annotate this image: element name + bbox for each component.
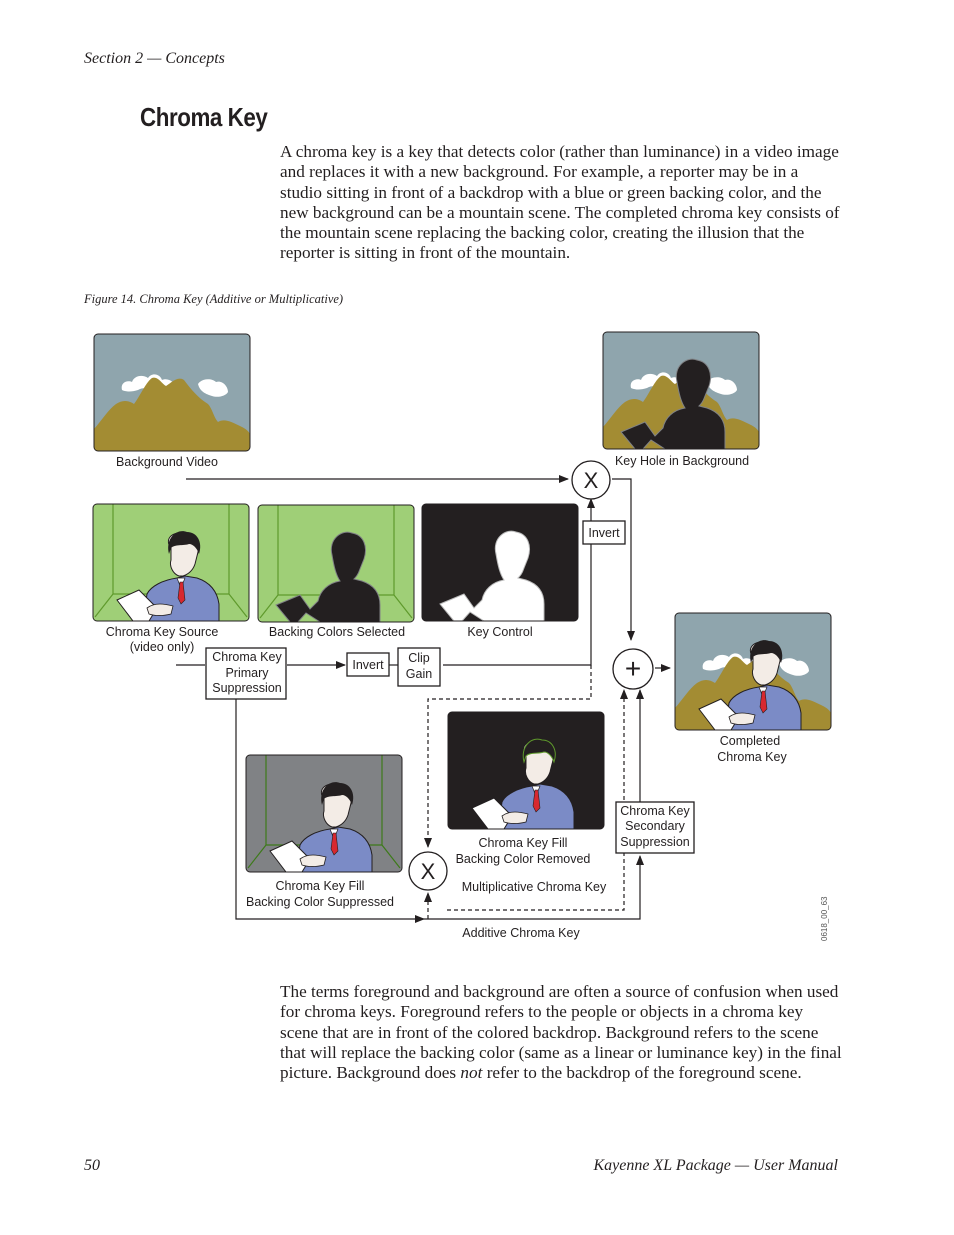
panel-completed-chroma-key: Completed Chroma Key (674, 612, 832, 764)
svg-text:Chroma Key: Chroma Key (212, 650, 282, 664)
invert-block-main: Invert (346, 652, 390, 677)
panel-key-control: Key Control (421, 503, 579, 639)
svg-text:Primary: Primary (225, 666, 269, 680)
svg-text:X: X (421, 859, 436, 884)
clip-gain-block: Clip Gain (397, 647, 441, 687)
svg-text:Suppression: Suppression (620, 835, 690, 849)
multiply-operator-top: X (571, 460, 611, 500)
invert-block-top: Invert (582, 520, 626, 545)
svg-text:Suppression: Suppression (212, 681, 282, 695)
panel-fill-backing-removed: Chroma Key Fill Backing Color Removed (447, 711, 605, 866)
label-background-video: Background Video (116, 455, 218, 469)
multiply-operator-bottom: X (408, 851, 448, 891)
label-fill-removed-1: Chroma Key Fill (479, 836, 568, 850)
figure-id: 0618_00_63 (820, 896, 829, 941)
panel-chroma-key-source: Chroma Key Source (video only) (92, 503, 250, 654)
emphasis-not: not (460, 1063, 483, 1083)
label-chroma-key: Chroma Key (717, 750, 787, 764)
primary-suppression-block: Chroma Key Primary Suppression (205, 647, 287, 700)
terms-text-2: refer to the backdrop of the foreground … (482, 1063, 802, 1083)
secondary-suppression-block: Chroma Key Secondary Suppression (615, 801, 695, 854)
svg-text:Secondary: Secondary (625, 819, 686, 833)
svg-text:Invert: Invert (588, 526, 620, 540)
adder-operator: + (612, 648, 654, 690)
label-backing-colors-selected: Backing Colors Selected (269, 625, 405, 639)
svg-text:+: + (625, 653, 641, 684)
label-additive-chroma-key: Additive Chroma Key (462, 926, 580, 940)
label-key-control: Key Control (467, 625, 532, 639)
label-fill-removed-2: Backing Color Removed (456, 852, 591, 866)
svg-text:Clip: Clip (408, 651, 430, 665)
keyhole-to-adder-line (612, 478, 635, 641)
label-completed: Completed (720, 734, 780, 748)
svg-text:Invert: Invert (352, 658, 384, 672)
label-fill-suppressed-2: Backing Color Suppressed (246, 895, 394, 909)
label-chroma-key-source: Chroma Key Source (106, 625, 219, 639)
panel-key-hole: Key Hole in Background (602, 331, 760, 468)
svg-text:Gain: Gain (406, 667, 432, 681)
label-multiplicative-chroma-key: Multiplicative Chroma Key (462, 880, 607, 894)
label-key-hole: Key Hole in Background (615, 454, 749, 468)
panel-background-video: Background Video (93, 333, 251, 469)
terms-paragraph: The terms foreground and background are … (280, 982, 842, 1083)
panel-backing-colors-selected: Backing Colors Selected (257, 504, 415, 639)
panel-fill-backing-suppressed: Chroma Key Fill Backing Color Suppressed (245, 754, 403, 909)
page-number: 50 (84, 1157, 100, 1174)
svg-text:X: X (584, 468, 599, 493)
label-video-only: (video only) (130, 640, 195, 654)
label-fill-suppressed-1: Chroma Key Fill (276, 879, 365, 893)
footer-doc-title: Kayenne XL Package — User Manual (593, 1157, 838, 1174)
svg-text:Chroma Key: Chroma Key (620, 804, 690, 818)
